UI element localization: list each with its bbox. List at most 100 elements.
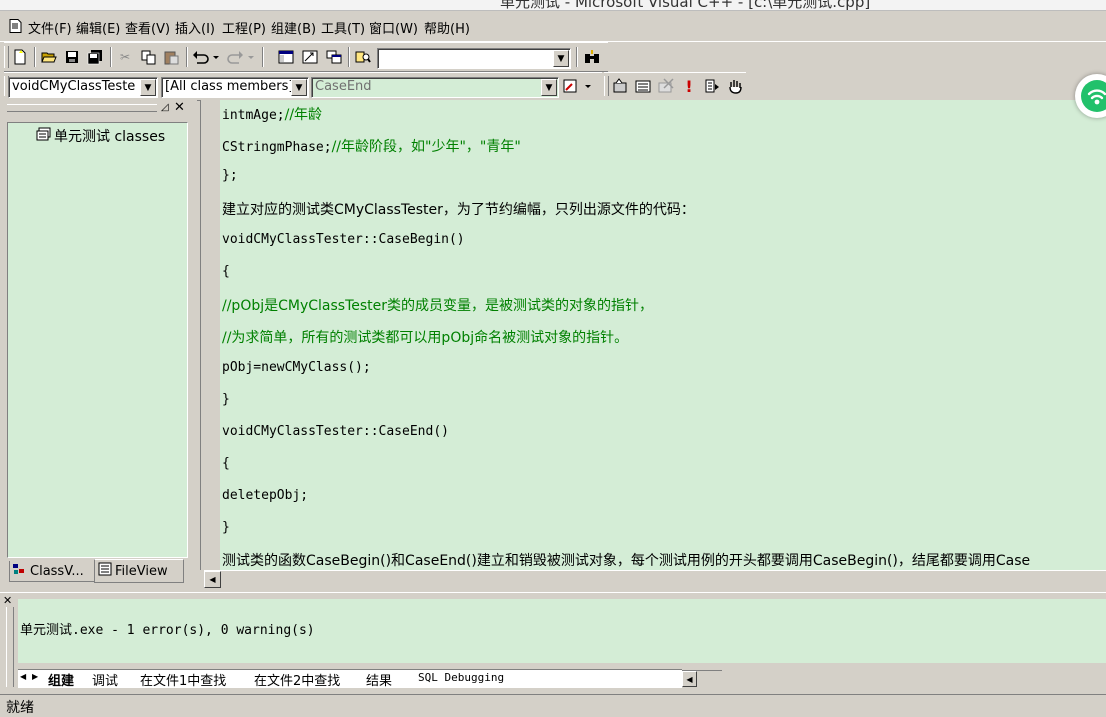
close-icon[interactable]: ✕ bbox=[3, 594, 12, 607]
menu-tools[interactable]: 工具(T) bbox=[321, 18, 365, 37]
output-panel: ✕ 单元测试.exe - 1 error(s), 0 warning(s) ◀ … bbox=[0, 592, 1106, 689]
class-tree[interactable]: 单元测试 classes bbox=[7, 122, 188, 558]
panel-resize-icon[interactable]: ◿ bbox=[161, 102, 169, 114]
workspace-icon[interactable] bbox=[276, 47, 296, 67]
panel-grip[interactable] bbox=[6, 607, 14, 687]
menu-insert[interactable]: 插入(I) bbox=[175, 18, 215, 37]
menu-window[interactable]: 窗口(W) bbox=[369, 18, 418, 37]
menu-file[interactable]: 文件(F) bbox=[28, 18, 72, 37]
chevron-down-icon[interactable]: ▼ bbox=[140, 79, 156, 96]
code-comment: //年龄 bbox=[284, 107, 323, 123]
go-icon[interactable] bbox=[702, 76, 722, 96]
scroll-left-icon[interactable]: ◀ bbox=[682, 671, 697, 687]
workspace-panel: ◿ ✕ 单元测试 classes ClassV... FileView bbox=[0, 100, 197, 588]
find-combo[interactable]: ▼ bbox=[377, 48, 571, 69]
output-text-area[interactable]: 单元测试.exe - 1 error(s), 0 warning(s) bbox=[18, 599, 1106, 663]
menu-help[interactable]: 帮助(H) bbox=[424, 18, 470, 37]
classes-icon bbox=[36, 127, 51, 145]
output-hscrollbar[interactable]: ◀ bbox=[682, 670, 722, 687]
tab-scroll-left-icon[interactable]: ◀ bbox=[20, 672, 26, 681]
cut-icon[interactable]: ✂ bbox=[115, 47, 135, 67]
code-text: } bbox=[222, 520, 230, 535]
binoculars-icon[interactable] bbox=[582, 47, 602, 67]
toolbar-grip[interactable] bbox=[604, 76, 609, 96]
code-line: } bbox=[222, 392, 230, 407]
paste-icon[interactable] bbox=[161, 47, 181, 67]
code-text: voidCMyClassTester::CaseEnd() bbox=[222, 424, 449, 439]
filter-combo[interactable]: [All class members] ▼ bbox=[161, 77, 309, 98]
code-comment: //年龄阶段，如"少年"，"青年" bbox=[331, 139, 521, 155]
tab-build[interactable]: 组建 bbox=[48, 670, 74, 689]
tab-find-in-files-2[interactable]: 在文件2中查找 bbox=[254, 670, 340, 689]
code-line: voidCMyClassTester::CaseBegin() bbox=[222, 232, 465, 247]
save-icon[interactable] bbox=[62, 47, 82, 67]
execute-icon[interactable]: ! bbox=[679, 76, 699, 96]
member-combo-value: CaseEnd bbox=[315, 79, 372, 94]
save-all-icon[interactable] bbox=[85, 47, 105, 67]
close-icon[interactable]: ✕ bbox=[174, 101, 185, 114]
code-text: deletepObj; bbox=[222, 488, 309, 503]
code-line: 测试类的函数CaseBegin()和CaseEnd()建立和销毁被测试对象，每个… bbox=[222, 550, 1030, 570]
code-text: } bbox=[222, 392, 230, 407]
member-combo[interactable]: CaseEnd ▼ bbox=[311, 77, 559, 98]
menu-build[interactable]: 组建(B) bbox=[271, 18, 316, 37]
chevron-down-icon[interactable]: ▼ bbox=[553, 50, 569, 67]
editor-margin[interactable] bbox=[201, 100, 220, 570]
code-line: { bbox=[222, 456, 230, 471]
tab-classview-label: ClassV... bbox=[30, 563, 84, 579]
editor-hscrollbar[interactable]: ◀ bbox=[204, 570, 1106, 588]
tree-root-label[interactable]: 单元测试 classes bbox=[54, 126, 165, 146]
wizard-actions-icon[interactable] bbox=[562, 76, 596, 96]
code-editor[interactable]: intmAge;//年龄 CStringmPhase;//年龄阶段，如"少年"，… bbox=[200, 100, 1106, 570]
tab-classview[interactable]: ClassV... bbox=[9, 561, 97, 582]
compile-icon[interactable] bbox=[610, 76, 630, 96]
chevron-down-icon[interactable]: ▼ bbox=[541, 79, 557, 96]
menu-bar: 文件(F) 编辑(E) 查看(V) 插入(I) 工程(P) 组建(B) 工具(T… bbox=[0, 11, 1106, 42]
window-list-icon[interactable] bbox=[324, 47, 344, 67]
file-view-icon bbox=[98, 562, 112, 580]
panel-grip[interactable] bbox=[7, 104, 157, 112]
tab-sql-debugging[interactable]: SQL Debugging bbox=[418, 671, 504, 684]
tab-find-in-files-1[interactable]: 在文件1中查找 bbox=[140, 670, 226, 689]
code-text: { bbox=[222, 264, 230, 279]
code-comment: //pObj是CMyClassTester类的成员变量，是被测试类的对象的指针， bbox=[222, 298, 654, 314]
code-text: voidCMyClassTester::CaseBegin() bbox=[222, 232, 465, 247]
code-line: } bbox=[222, 520, 230, 535]
menu-project[interactable]: 工程(P) bbox=[222, 18, 266, 37]
redo-icon[interactable] bbox=[226, 47, 256, 67]
status-bar: 就绪 bbox=[0, 694, 1106, 717]
build-toolbar: ! bbox=[604, 72, 746, 101]
output-icon[interactable] bbox=[300, 47, 320, 67]
chevron-down-icon[interactable]: ▼ bbox=[291, 79, 307, 96]
code-comment: //为求简单，所有的测试类都可以用pObj命名被测试对象的指针。 bbox=[222, 330, 629, 346]
copy-icon[interactable] bbox=[138, 47, 158, 67]
tab-debug[interactable]: 调试 bbox=[92, 670, 118, 689]
code-line: //为求简单，所有的测试类都可以用pObj命名被测试对象的指针。 bbox=[222, 327, 628, 347]
window-title: 单元测试 - Microsoft Visual C++ - [c:\单元测试.c… bbox=[500, 0, 871, 11]
build-result-message: 单元测试.exe - 1 error(s), 0 warning(s) bbox=[20, 623, 315, 638]
open-folder-icon[interactable] bbox=[39, 47, 59, 67]
menu-edit[interactable]: 编辑(E) bbox=[76, 18, 120, 37]
menu-view[interactable]: 查看(V) bbox=[125, 18, 170, 37]
undo-icon[interactable] bbox=[191, 47, 221, 67]
new-file-icon[interactable] bbox=[10, 47, 30, 67]
hand-breakpoint-icon[interactable] bbox=[725, 76, 745, 96]
tab-scroll-right-icon[interactable]: ▶ bbox=[32, 672, 38, 681]
wizard-bar: voidCMyClassTeste ▼ [All class members] … bbox=[4, 72, 602, 101]
code-text: pObj=newCMyClass(); bbox=[222, 360, 371, 375]
code-line: //pObj是CMyClassTester类的成员变量，是被测试类的对象的指针， bbox=[222, 295, 653, 315]
toolbar-grip[interactable] bbox=[4, 46, 9, 68]
build-icon[interactable] bbox=[633, 76, 653, 96]
tab-fileview-label: FileView bbox=[115, 563, 168, 579]
code-line: { bbox=[222, 264, 230, 279]
stop-build-icon[interactable] bbox=[656, 76, 676, 96]
scroll-left-icon[interactable]: ◀ bbox=[204, 571, 221, 588]
class-combo[interactable]: voidCMyClassTeste ▼ bbox=[8, 77, 158, 98]
document-icon[interactable] bbox=[9, 19, 22, 33]
tab-results[interactable]: 结果 bbox=[366, 670, 392, 689]
title-bar: 单元测试 - Microsoft Visual C++ - [c:\单元测试.c… bbox=[0, 0, 1106, 11]
find-in-files-icon[interactable] bbox=[353, 47, 373, 67]
tab-fileview[interactable]: FileView bbox=[94, 559, 184, 583]
code-line: CStringmPhase;//年龄阶段，如"少年"，"青年" bbox=[222, 136, 521, 156]
code-text: }; bbox=[222, 168, 238, 183]
